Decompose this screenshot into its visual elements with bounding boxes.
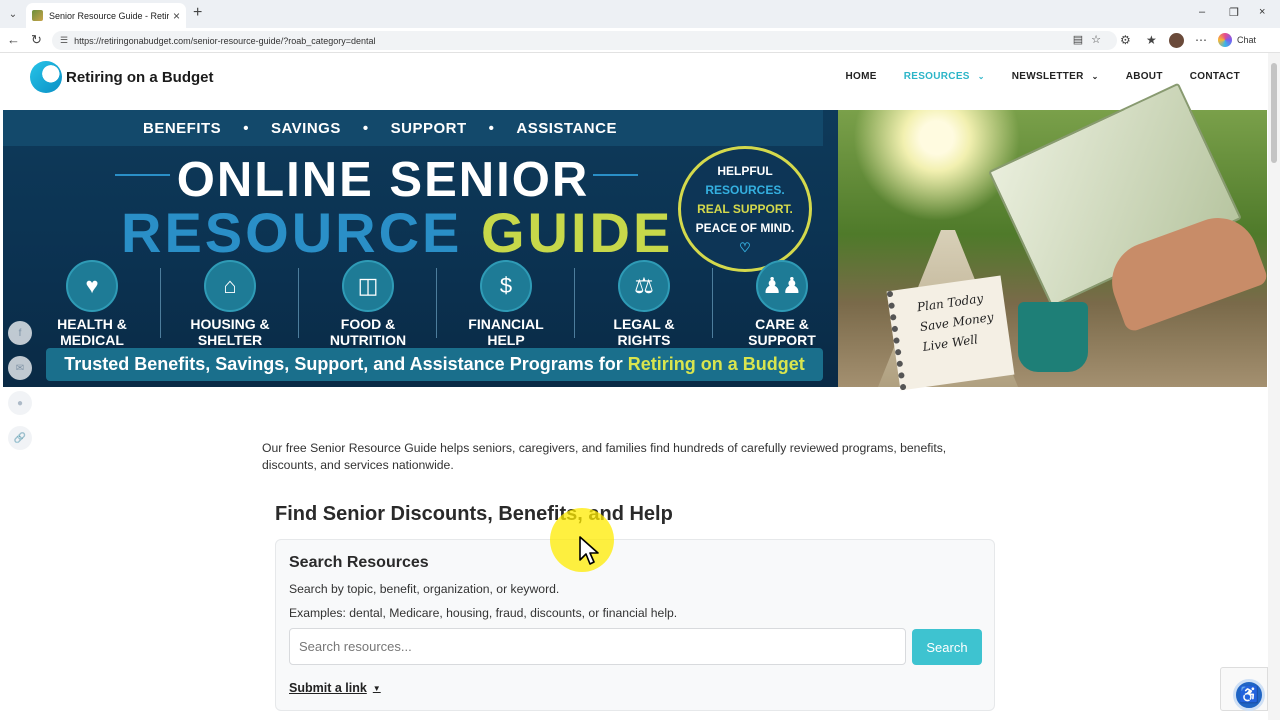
reload-icon[interactable]: ↻ (31, 33, 42, 47)
nav-about[interactable]: ABOUT (1126, 71, 1163, 82)
money-hand-icon: $ (480, 260, 532, 312)
scales-icon: ⚖ (618, 260, 670, 312)
messenger-share-icon[interactable]: ✉ (8, 356, 32, 380)
chat-label: Chat (1237, 35, 1257, 45)
email-share-icon[interactable]: ● (8, 391, 32, 415)
url-text: https://retiringonabudget.com/senior-res… (74, 35, 376, 46)
category-food: ◫ FOOD & NUTRITION (299, 260, 437, 348)
tab-title: Senior Resource Guide - Retiring o (49, 10, 169, 21)
heart-icon: ♡ (739, 239, 751, 255)
new-tab-icon[interactable]: + (193, 5, 202, 21)
extensions-icon[interactable]: ⚙ (1120, 33, 1131, 47)
more-menu-icon[interactable]: ⋯ (1195, 33, 1207, 47)
section-heading: Find Senior Discounts, Benefits, and Hel… (275, 503, 673, 525)
hero-tag: SUPPORT (390, 120, 467, 137)
hero-tag: BENEFITS (143, 120, 222, 137)
facebook-share-icon[interactable]: f (8, 321, 32, 345)
minimize-icon[interactable]: – (1199, 6, 1205, 18)
main-nav: HOME RESOURCES ⌄ NEWSLETTER ⌄ ABOUT CONTAC… (819, 71, 1240, 82)
hero-categories: ♥ HEALTH & MEDICAL ⌂ HOUSING & SHELTER ◫ F… (23, 260, 851, 348)
search-card-title: Search Resources (289, 554, 429, 571)
profile-avatar[interactable] (1169, 33, 1184, 48)
search-button[interactable]: Search (912, 629, 982, 665)
category-care: ♟♟ CARE & SUPPORT (713, 260, 851, 348)
address-bar-row: ← ↻ ☰ https://retiringonabudget.com/seni… (0, 28, 1280, 53)
link-share-icon[interactable]: 🔗 (8, 426, 32, 450)
people-icon: ♟♟ (756, 260, 808, 312)
house-icon: ⌂ (204, 260, 256, 312)
hero-tagline-bar: Trusted Benefits, Savings, Support, and … (46, 348, 823, 381)
search-card-examples: Examples: dental, Medicare, housing, fra… (289, 606, 678, 620)
logo-icon (30, 61, 62, 93)
browser-tab[interactable]: Senior Resource Guide - Retiring o × (26, 3, 186, 28)
copilot-icon (1218, 33, 1232, 47)
url-bar[interactable]: ☰ https://retiringonabudget.com/senior-r… (52, 31, 1117, 50)
site-info-icon[interactable]: ☰ (60, 35, 68, 46)
nav-newsletter[interactable]: NEWSLETTER ⌄ (1012, 71, 1099, 82)
back-icon[interactable]: ← (7, 33, 20, 47)
browser-tabbar: ⌄ Senior Resource Guide - Retiring o × +… (0, 0, 1280, 28)
close-window-icon[interactable]: × (1259, 6, 1265, 18)
coffee-mug-image (1018, 302, 1088, 372)
intro-paragraph: Our free Senior Resource Guide helps sen… (262, 441, 947, 472)
hero-tag: SAVINGS (270, 120, 341, 137)
nav-home[interactable]: HOME (846, 71, 877, 82)
heart-pulse-icon: ♥ (66, 260, 118, 312)
favorites-icon[interactable]: ★ (1146, 33, 1157, 47)
search-card: Search Resources Search by topic, benefi… (275, 539, 995, 711)
hero-tags: BENEFITS • SAVINGS • SUPPORT • ASSISTANCE (143, 120, 617, 137)
search-card-subtitle: Search by topic, benefit, organization, … (289, 582, 560, 596)
site-header: Retiring on a Budget HOME RESOURCES ⌄ NEW… (0, 53, 1268, 110)
submit-link-toggle[interactable]: Submit a link ▼ (289, 681, 381, 695)
category-legal: ⚖ LEGAL & RIGHTS (575, 260, 713, 348)
close-tab-icon[interactable]: × (173, 9, 180, 23)
caret-down-icon: ▼ (372, 683, 381, 693)
site-logo[interactable]: Retiring on a Budget (30, 61, 214, 93)
logo-text: Retiring on a Budget (66, 68, 214, 86)
category-housing: ⌂ HOUSING & SHELTER (161, 260, 299, 348)
page-scrollbar[interactable] (1268, 53, 1280, 720)
nav-contact[interactable]: CONTACT (1190, 71, 1240, 82)
reader-favorite-icons[interactable]: ▤☆ (1073, 33, 1109, 46)
favicon-icon (32, 10, 43, 21)
scrollbar-thumb[interactable] (1271, 63, 1277, 163)
search-input[interactable] (289, 628, 906, 665)
chat-button[interactable]: Chat (1218, 33, 1256, 47)
hero-tag: ASSISTANCE (516, 120, 617, 137)
nav-resources[interactable]: RESOURCES ⌄ (904, 71, 985, 82)
hero-title-line2: RESOURCE GUIDE (121, 201, 674, 264)
chevron-down-icon: ⌄ (977, 72, 985, 81)
category-health: ♥ HEALTH & MEDICAL (23, 260, 161, 348)
accessibility-icon[interactable]: ♿ (1233, 679, 1265, 711)
category-financial: $ FINANCIAL HELP (437, 260, 575, 348)
basket-icon: ◫ (342, 260, 394, 312)
tab-list-icon[interactable]: ⌄ (4, 5, 22, 23)
notepad-image: Plan Today Save Money Live Well (886, 275, 1015, 391)
mouse-pointer-icon (579, 536, 599, 565)
hero-badge: HELPFUL RESOURCES. REAL SUPPORT. PEACE O… (678, 146, 812, 272)
restore-icon[interactable]: ❐ (1229, 6, 1239, 19)
chevron-down-icon: ⌄ (1091, 72, 1099, 81)
